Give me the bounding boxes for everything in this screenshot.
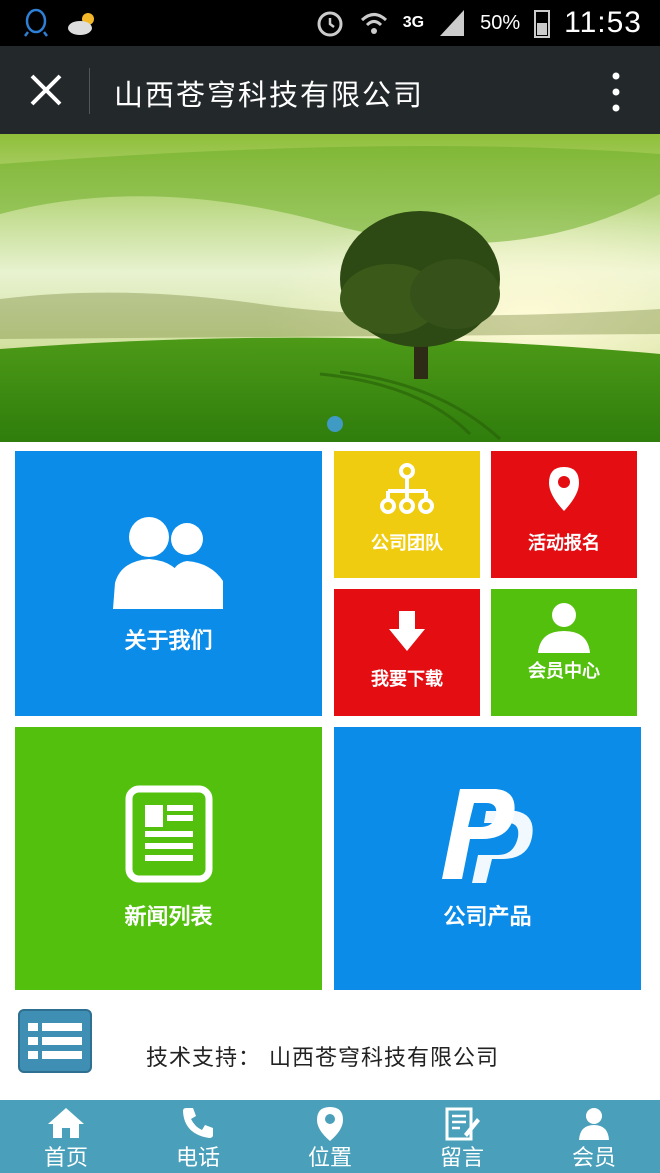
tile-event-signup[interactable]: 活动报名 <box>491 451 637 578</box>
tech-support-text: 技术支持： 山西苍穹科技有限公司 <box>146 1046 499 1071</box>
title-bar: 山西苍穹科技有限公司 <box>0 46 660 134</box>
note-edit-icon <box>445 1107 480 1141</box>
qq-icon <box>24 8 48 37</box>
battery-percent: 50% <box>480 11 521 34</box>
nav-location[interactable]: 位置 <box>264 1100 396 1173</box>
nav-label: 电话 <box>175 1146 220 1171</box>
nav-label: 首页 <box>43 1146 88 1171</box>
menu-list-button[interactable] <box>18 1009 92 1073</box>
network-type: 3G <box>402 14 425 31</box>
tile-label: 会员中心 <box>528 661 600 682</box>
tile-company-products[interactable]: 公司产品 <box>334 727 641 990</box>
paypal-icon <box>441 789 533 883</box>
status-bar: 3G 50% 11:53 <box>0 0 660 46</box>
nav-label: 位置 <box>307 1146 352 1171</box>
nav-message[interactable]: 留言 <box>396 1100 528 1173</box>
page-title: 山西苍穹科技有限公司 <box>114 78 425 112</box>
close-button[interactable] <box>24 68 68 112</box>
tile-label: 关于我们 <box>124 628 213 654</box>
wifi-icon <box>360 13 387 34</box>
list-icon <box>28 1023 82 1059</box>
location-pin-icon <box>317 1107 343 1141</box>
nav-label: 留言 <box>439 1146 484 1171</box>
battery-icon <box>534 10 551 38</box>
tile-label: 我要下载 <box>371 669 443 690</box>
bottom-nav: 首页 电话 位置 留言 会员 <box>0 1100 660 1173</box>
nav-home[interactable]: 首页 <box>0 1100 132 1173</box>
more-menu-button[interactable] <box>606 70 626 114</box>
tile-member-center[interactable]: 会员中心 <box>491 589 637 716</box>
nav-label: 会员 <box>571 1146 616 1171</box>
org-chart-icon <box>380 463 434 514</box>
users-icon <box>112 517 223 609</box>
location-pin-icon <box>549 467 579 511</box>
phone-icon <box>183 1108 213 1138</box>
tile-label: 公司产品 <box>443 904 532 930</box>
clock: 11:53 <box>564 6 642 39</box>
banner-image[interactable] <box>0 134 660 442</box>
news-document-icon <box>125 785 212 883</box>
weather-icon <box>68 13 94 35</box>
close-icon <box>30 74 62 106</box>
landscape-image <box>0 134 660 442</box>
nav-phone[interactable]: 电话 <box>132 1100 264 1173</box>
carousel-indicator[interactable] <box>327 416 343 432</box>
user-icon <box>538 603 590 653</box>
tile-news-list[interactable]: 新闻列表 <box>15 727 322 990</box>
tile-download[interactable]: 我要下载 <box>334 589 480 716</box>
tile-about-us[interactable]: 关于我们 <box>15 451 322 716</box>
nav-member[interactable]: 会员 <box>528 1100 660 1173</box>
more-vertical-icon <box>612 72 620 112</box>
alarm-icon <box>317 11 343 37</box>
tile-company-team[interactable]: 公司团队 <box>334 451 480 578</box>
tile-label: 活动报名 <box>528 533 600 554</box>
arrow-down-icon <box>389 611 425 651</box>
header-divider <box>89 68 90 114</box>
home-icon <box>48 1108 84 1138</box>
tile-label: 新闻列表 <box>124 904 213 930</box>
user-icon <box>579 1108 609 1140</box>
tile-label: 公司团队 <box>371 533 443 554</box>
signal-icon <box>440 10 465 36</box>
